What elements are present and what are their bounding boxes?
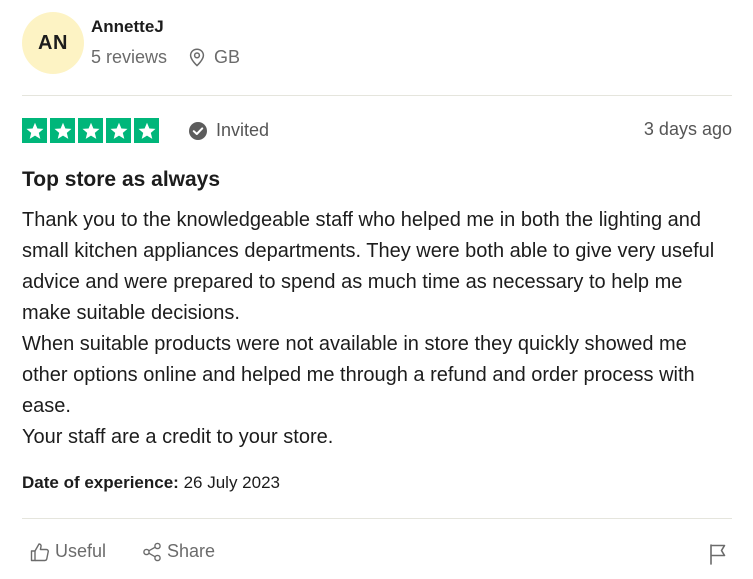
review-count: 5 reviews xyxy=(91,47,168,67)
reviewer-name[interactable]: AnnetteJ xyxy=(91,17,164,37)
rating-row: Invited 3 days ago xyxy=(22,118,732,143)
star-rating xyxy=(22,118,162,143)
check-circle-icon xyxy=(189,121,207,140)
useful-label: Useful xyxy=(55,541,107,561)
experience-label: Date of experience: xyxy=(22,473,179,492)
thumbs-up-icon xyxy=(30,542,49,561)
location-pin-icon xyxy=(189,48,205,67)
share-label: Share xyxy=(167,541,216,561)
review-title[interactable]: Top store as always xyxy=(22,168,220,192)
reviewer-meta: 5 reviews GB xyxy=(91,47,240,68)
star-icon xyxy=(106,118,131,143)
reviewer-header: AN AnnetteJ 5 reviews GB xyxy=(22,12,732,74)
header-divider xyxy=(22,95,732,96)
report-button[interactable] xyxy=(708,543,728,570)
invited-badge[interactable]: Invited xyxy=(188,118,269,143)
flag-icon xyxy=(710,544,726,565)
avatar-initials: AN xyxy=(38,31,68,54)
review-date: 3 days ago xyxy=(643,119,732,139)
star-icon xyxy=(134,118,159,143)
footer-divider xyxy=(22,518,732,519)
avatar[interactable]: AN xyxy=(22,12,84,74)
review-actions: Useful Share xyxy=(22,541,732,569)
share-icon xyxy=(143,542,161,561)
date-of-experience: Date of experience: 26 July 2023 xyxy=(22,473,280,493)
share-button[interactable]: Share xyxy=(142,541,215,562)
country-code: GB xyxy=(214,47,241,67)
review-body: Thank you to the knowledgeable staff who… xyxy=(22,209,715,448)
star-icon xyxy=(78,118,103,143)
reviewer-location: GB xyxy=(189,47,240,68)
star-icon xyxy=(50,118,75,143)
useful-button[interactable]: Useful xyxy=(30,541,106,562)
invited-label: Invited xyxy=(216,120,270,140)
experience-date: 26 July 2023 xyxy=(183,473,280,492)
star-icon xyxy=(22,118,47,143)
